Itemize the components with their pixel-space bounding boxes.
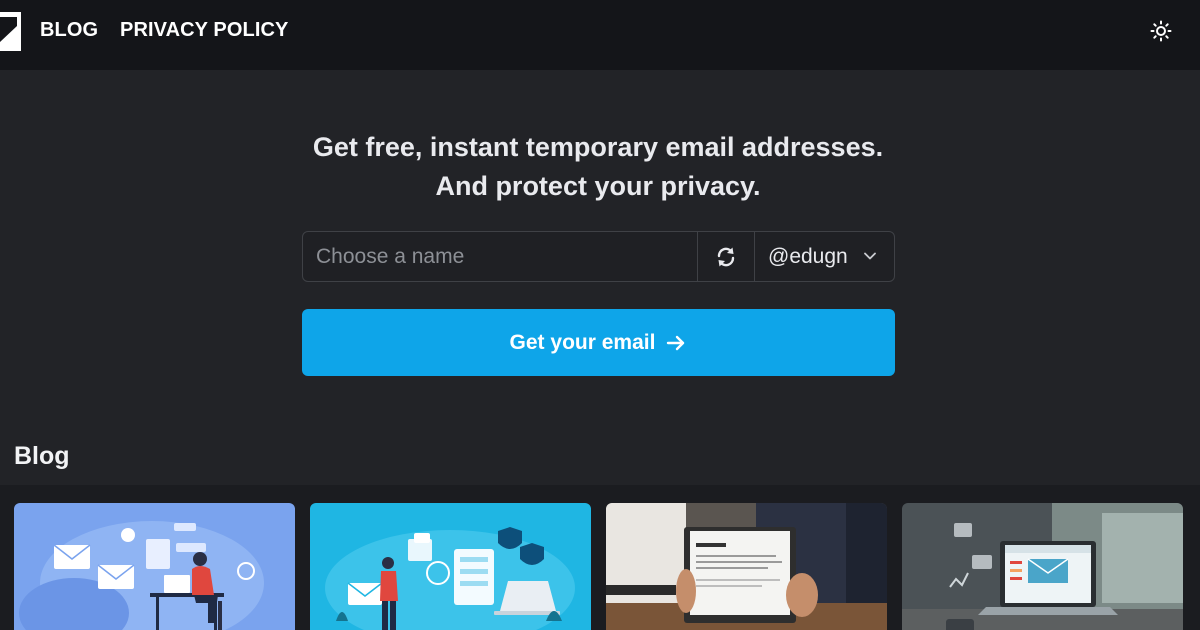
blog-card-image [14, 503, 295, 630]
email-builder: @edugn [302, 231, 895, 282]
get-email-button[interactable]: Get your email [302, 309, 895, 376]
refresh-button[interactable] [698, 232, 754, 281]
top-navigation-bar: BLOG PRIVACY POLICY [0, 0, 1200, 70]
blog-card[interactable] [310, 503, 591, 630]
nav-blog-link[interactable]: BLOG [40, 19, 98, 42]
hero-line-2: And protect your privacy. [435, 171, 761, 201]
hero-headline: Get free, instant temporary email addres… [0, 128, 1196, 206]
get-email-button-label: Get your email [509, 330, 656, 354]
blog-card-image [310, 503, 591, 630]
blog-card-image [606, 503, 887, 630]
blog-card-image [902, 503, 1183, 630]
logo-icon[interactable] [0, 12, 21, 51]
hero-line-1: Get free, instant temporary email addres… [312, 132, 884, 162]
blog-card[interactable] [14, 503, 295, 630]
arrow-right-icon [667, 335, 685, 350]
refresh-icon [717, 247, 735, 266]
domain-select[interactable]: @edugn [755, 232, 894, 281]
name-input[interactable] [303, 232, 697, 281]
blog-card[interactable] [606, 503, 887, 630]
blog-card[interactable] [902, 503, 1183, 630]
nav-privacy-policy-link[interactable]: PRIVACY POLICY [120, 19, 288, 42]
blog-section-heading: Blog [14, 442, 70, 470]
sun-icon[interactable] [1150, 20, 1172, 42]
chevron-down-icon [864, 252, 876, 260]
domain-selected-value: @edugn [768, 245, 848, 268]
